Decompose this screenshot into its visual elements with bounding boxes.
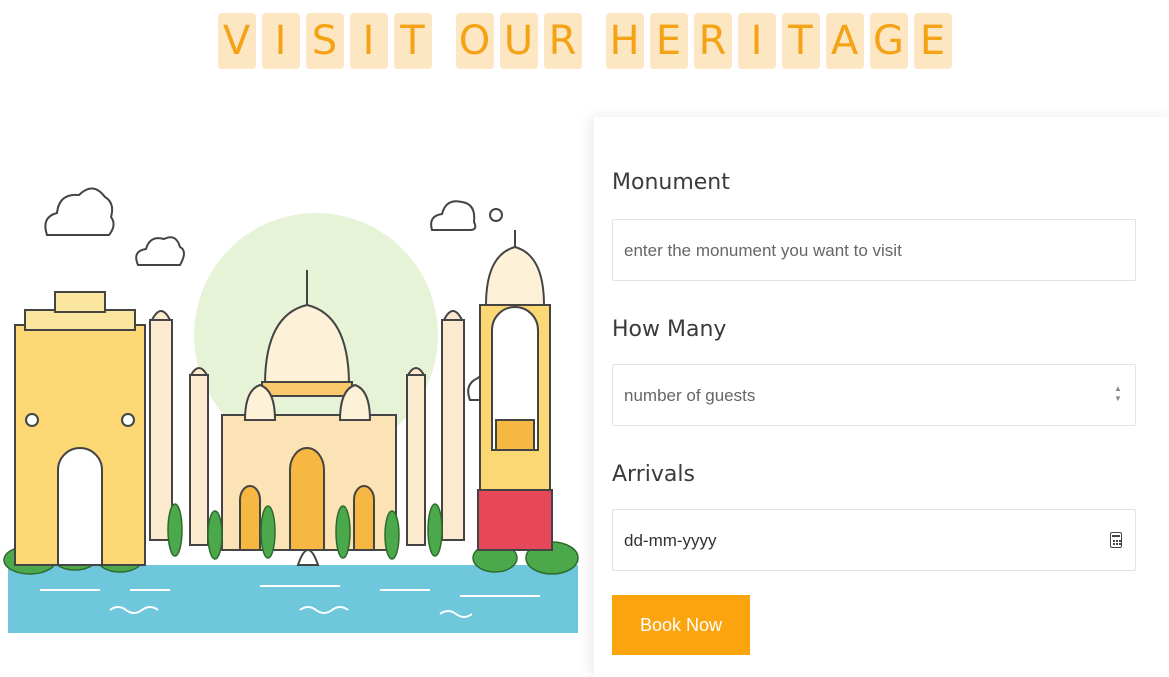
- title-letter-tile: H: [605, 13, 644, 69]
- title-letter-tile: S: [305, 13, 344, 69]
- title-letter-tile: R: [543, 13, 582, 69]
- title-letter-tile: T: [781, 13, 820, 69]
- guests-label: How Many: [612, 317, 727, 342]
- page-title: VISITOURHERITAGE: [0, 13, 1169, 69]
- title-letter-tile: O: [455, 13, 494, 69]
- monument-input[interactable]: enter the monument you want to visit: [612, 219, 1136, 281]
- title-letter-tile: U: [499, 13, 538, 69]
- title-letter-tile: I: [261, 13, 300, 69]
- arrivals-placeholder: dd-mm-yyyy: [624, 531, 717, 550]
- booking-form: Monument enter the monument you want to …: [594, 117, 1169, 677]
- title-letter-tile: A: [825, 13, 864, 69]
- up-down-spinner-icon[interactable]: ▲ ▼: [1113, 384, 1123, 406]
- title-letter-tile: R: [693, 13, 732, 69]
- title-letter-tile: E: [913, 13, 952, 69]
- arrivals-label: Arrivals: [612, 462, 695, 487]
- title-letter-tile: E: [649, 13, 688, 69]
- book-now-button[interactable]: Book Now: [612, 595, 750, 655]
- title-letter-tile: V: [217, 13, 256, 69]
- arrivals-date-input[interactable]: dd-mm-yyyy: [612, 509, 1136, 571]
- guests-placeholder: number of guests: [624, 386, 756, 405]
- heritage-illustration: [3, 187, 579, 633]
- title-letter-tile: I: [737, 13, 776, 69]
- title-letter-tile: I: [349, 13, 388, 69]
- monument-placeholder: enter the monument you want to visit: [624, 241, 902, 260]
- monument-label: Monument: [612, 170, 730, 195]
- guests-number-input[interactable]: number of guests ▲ ▼: [612, 364, 1136, 426]
- title-letter-tile: T: [393, 13, 432, 69]
- calendar-icon[interactable]: [1110, 532, 1122, 548]
- title-letter-tile: G: [869, 13, 908, 69]
